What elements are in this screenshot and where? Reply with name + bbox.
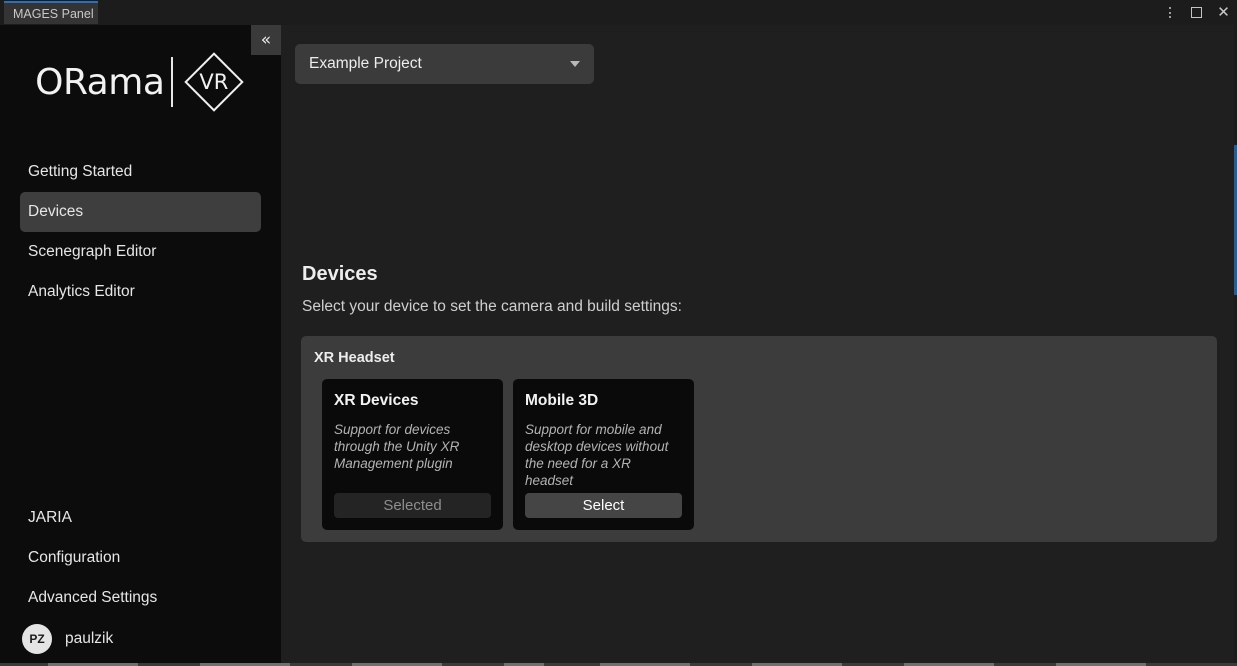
kebab-dot [1168, 7, 1171, 9]
card-title: XR Devices [334, 392, 419, 409]
sidebar-item-label: JARIA [28, 509, 72, 526]
maximize-square [1191, 7, 1202, 18]
button-label: Selected [383, 497, 442, 514]
logo-vr-diamond: VR [182, 50, 246, 114]
sidebar-item-label: Scenegraph Editor [28, 243, 157, 260]
sidebar-item-configuration[interactable]: Configuration [20, 538, 261, 578]
logo-wordmark: ORama [35, 61, 165, 103]
card-title: Mobile 3D [525, 392, 599, 409]
avatar: PZ [22, 624, 52, 654]
card-description: Support for mobile and desktop devices w… [525, 422, 669, 488]
project-dropdown[interactable]: Example Project [295, 44, 594, 84]
sidebar-nav-top: Getting Started Devices Scenegraph Edito… [0, 152, 281, 312]
tab-mages-panel[interactable]: MAGES Panel [4, 1, 98, 24]
orama-vr-logo: ORama VR [0, 42, 281, 122]
sidebar-item-label: Getting Started [28, 163, 133, 180]
main-content: Example Project Devices Select your devi… [281, 25, 1237, 663]
kebab-dot [1168, 11, 1171, 14]
kebab-dot [1168, 16, 1171, 18]
logo-divider [171, 57, 173, 107]
sidebar-item-jaria[interactable]: JARIA [20, 498, 261, 538]
xr-devices-select-button[interactable]: Selected [334, 493, 491, 518]
sidebar: « ORama VR Getting Started Devices Scene… [0, 25, 281, 663]
logo-vr-text: VR [199, 70, 229, 94]
chevron-down-icon [570, 61, 580, 67]
sidebar-item-label: Advanced Settings [28, 589, 158, 606]
device-card-mobile-3d[interactable]: Mobile 3D Support for mobile and desktop… [513, 379, 694, 530]
page-subtitle: Select your device to set the camera and… [302, 298, 682, 315]
tab-label: MAGES Panel [13, 6, 94, 21]
group-title: XR Headset [314, 350, 395, 366]
sidebar-item-advanced-settings[interactable]: Advanced Settings [20, 578, 261, 618]
sidebar-nav-bottom: JARIA Configuration Advanced Settings PZ… [0, 498, 281, 660]
sidebar-item-label: Devices [28, 203, 84, 220]
card-description: Support for devices through the Unity XR… [334, 422, 460, 471]
device-card-xr-devices[interactable]: XR Devices Support for devices through t… [322, 379, 503, 530]
sidebar-item-getting-started[interactable]: Getting Started [20, 152, 261, 192]
sidebar-item-label: Configuration [28, 549, 121, 566]
button-label: Select [582, 497, 625, 514]
mages-panel-window: MAGES Panel ✕ « ORama VR Getting Started… [0, 0, 1237, 666]
mobile-3d-select-button[interactable]: Select [525, 493, 682, 518]
sidebar-item-analytics-editor[interactable]: Analytics Editor [20, 272, 261, 312]
sidebar-item-devices[interactable]: Devices [20, 192, 261, 232]
sidebar-item-scenegraph-editor[interactable]: Scenegraph Editor [20, 232, 261, 272]
kebab-menu-icon[interactable] [1162, 5, 1177, 20]
page-title: Devices [302, 263, 378, 285]
close-icon[interactable]: ✕ [1216, 5, 1231, 20]
device-card-list: XR Devices Support for devices through t… [322, 379, 694, 530]
sidebar-item-label: Analytics Editor [28, 283, 135, 300]
maximize-icon[interactable] [1189, 5, 1204, 20]
window-controls: ✕ [1162, 0, 1231, 25]
user-name: paulzik [65, 630, 114, 647]
xr-headset-group: XR Headset XR Devices Support for device… [301, 336, 1217, 542]
title-bar: MAGES Panel ✕ [0, 0, 1237, 25]
sidebar-user-account[interactable]: PZ paulzik [20, 618, 261, 660]
project-dropdown-value: Example Project [309, 55, 422, 72]
